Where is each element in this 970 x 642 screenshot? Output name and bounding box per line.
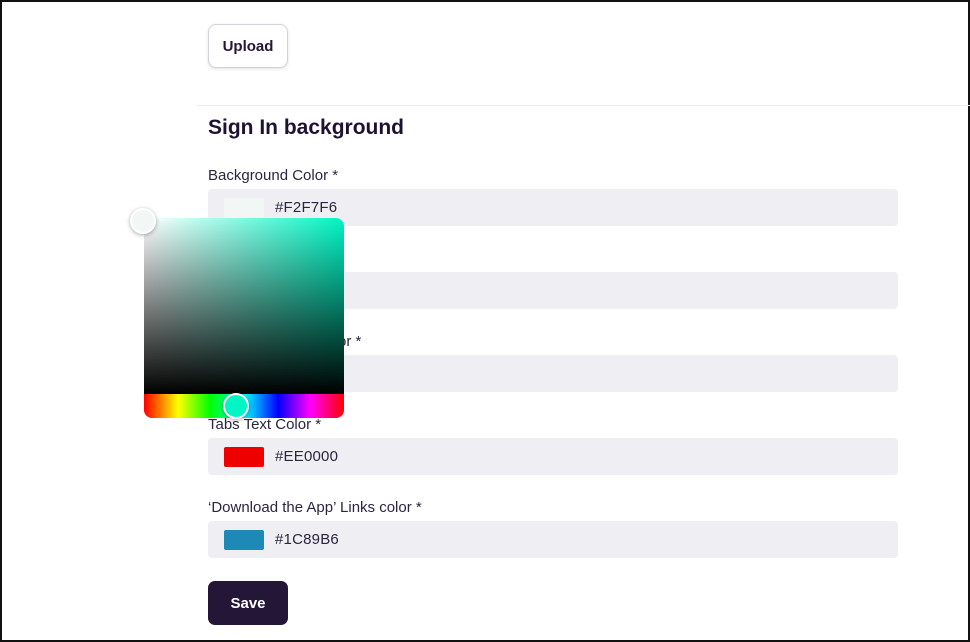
download-app-links-color-value: #1C89B6: [275, 531, 339, 548]
tabs-text-color-swatch[interactable]: [224, 446, 264, 467]
upload-button[interactable]: Upload: [208, 24, 288, 68]
hue-pointer[interactable]: [223, 393, 249, 419]
background-color-swatch[interactable]: [224, 197, 264, 218]
download-app-links-color-swatch[interactable]: [224, 529, 264, 550]
download-app-links-color-field[interactable]: #1C89B6: [208, 521, 898, 558]
download-app-links-color-label: ‘Download the App’ Links color *: [208, 499, 422, 516]
save-button[interactable]: Save: [208, 581, 288, 625]
tabs-text-color-value: #EE0000: [275, 448, 339, 465]
tabs-text-color-field[interactable]: #EE0000: [208, 438, 898, 475]
background-color-value: #F2F7F6: [275, 199, 338, 216]
page-frame: Upload Sign In background Background Col…: [0, 0, 970, 642]
saturation-area[interactable]: [144, 218, 344, 394]
tabs-text-color-label: Tabs Text Color *: [208, 416, 322, 433]
section-divider: [197, 105, 970, 106]
section-title: Sign In background: [208, 116, 405, 139]
saturation-pointer[interactable]: [130, 208, 156, 234]
color-picker-popover: [130, 208, 344, 419]
background-color-label: Background Color *: [208, 167, 339, 184]
